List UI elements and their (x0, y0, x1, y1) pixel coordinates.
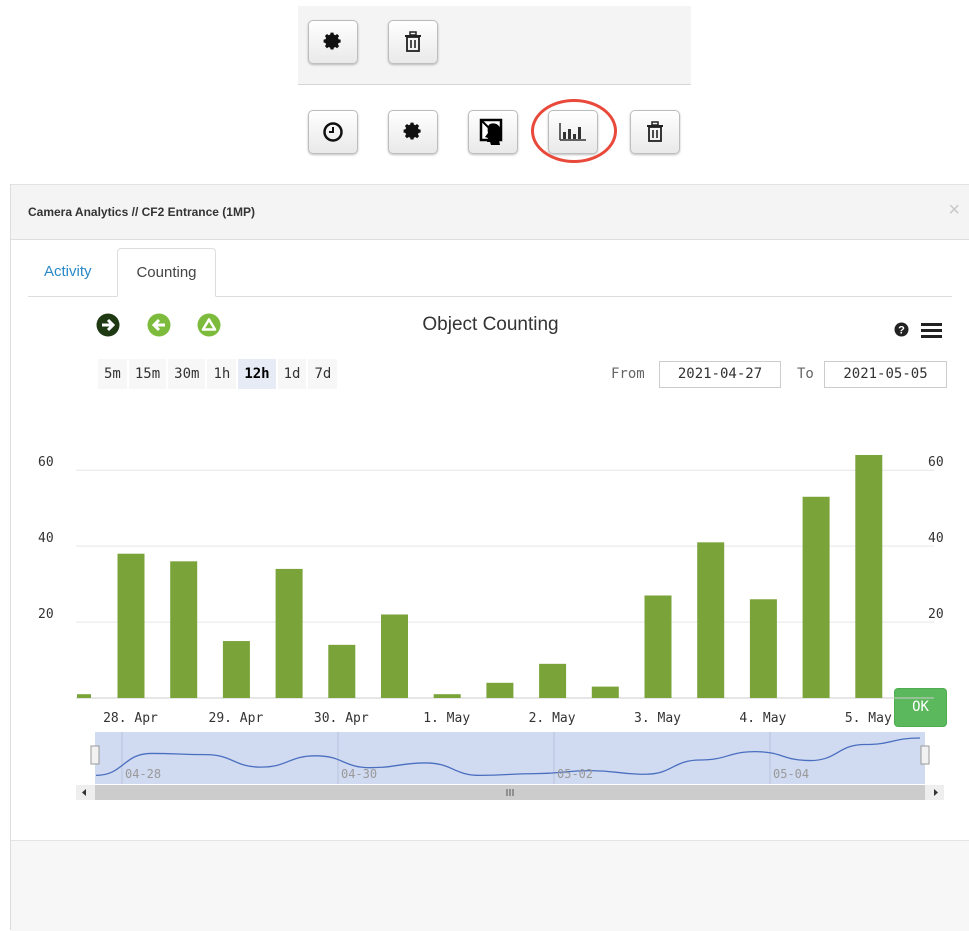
bar[interactable] (222, 641, 250, 698)
bar[interactable] (381, 614, 408, 698)
object-counting-chart: 20 40 60 20 40 60 28. Apr 29. Apr 30. Apr 1. Ma… (38, 455, 944, 800)
bar[interactable] (539, 663, 567, 698)
y-tick-label-left: 20 (38, 607, 54, 622)
navigator-handle-left[interactable] (90, 745, 100, 765)
x-tick-label: 3. May (634, 711, 681, 726)
navigator-label: 05-04 (773, 767, 809, 781)
bar[interactable] (117, 553, 145, 698)
bar[interactable] (697, 542, 725, 698)
bar[interactable] (486, 682, 514, 698)
bar[interactable] (433, 694, 461, 698)
bar[interactable] (855, 455, 883, 698)
bar[interactable] (749, 599, 777, 698)
x-tick-label: 30. Apr (314, 711, 369, 726)
x-tick-label: 1. May (423, 711, 470, 726)
y-tick-label-right: 40 (928, 531, 944, 546)
x-tick-label: 2. May (529, 711, 576, 726)
navigator-label: 04-28 (125, 767, 161, 781)
bar[interactable] (328, 644, 356, 698)
bar[interactable] (275, 568, 303, 698)
y-tick-label-right: 20 (928, 607, 944, 622)
navigator-handle-right[interactable] (920, 745, 930, 765)
bar[interactable] (644, 595, 672, 698)
bar[interactable] (591, 686, 619, 698)
y-tick-label-left: 40 (38, 531, 54, 546)
x-tick-label: 4. May (739, 711, 786, 726)
navigator-label: 05-02 (557, 767, 593, 781)
x-tick-label: 29. Apr (209, 711, 264, 726)
navigator-label: 04-30 (341, 767, 377, 781)
y-tick-label-right: 60 (928, 455, 944, 470)
bar[interactable] (802, 496, 830, 698)
x-tick-label: 28. Apr (103, 711, 158, 726)
bar[interactable] (77, 694, 91, 698)
x-tick-label: 5. May (845, 711, 892, 726)
bar[interactable] (170, 561, 198, 698)
y-tick-label-left: 60 (38, 455, 54, 470)
